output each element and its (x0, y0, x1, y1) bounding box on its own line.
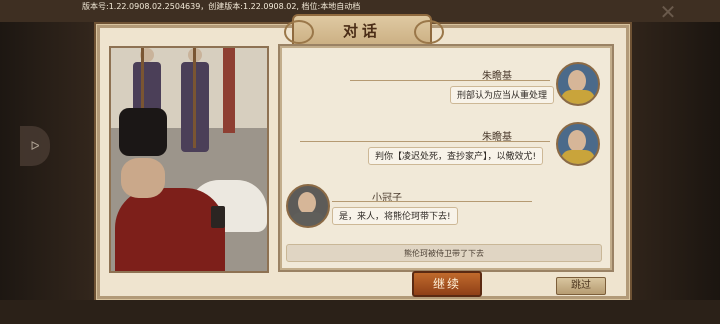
scene-illustration (109, 46, 269, 273)
tablet-icon (211, 206, 225, 228)
title-scroll-ornament-left-icon (284, 20, 314, 44)
name-divider (350, 80, 550, 81)
message-bubble: 刑部认为应当从重处理 (450, 86, 555, 104)
message-bubble: 是，来人，将熊伦珂带下去! (332, 207, 458, 225)
name-divider (332, 201, 532, 202)
name-divider (300, 141, 550, 142)
official-hat (119, 108, 167, 156)
official-figure (115, 188, 225, 271)
skip-button[interactable]: 跳过 (556, 277, 606, 295)
version-info: 版本号:1.22.0908.02.2504639，创建版本:1.22.0908.… (82, 2, 361, 11)
spear-icon (193, 48, 196, 148)
bottom-bar (0, 300, 720, 324)
title-scroll-ornament-right-icon (414, 20, 444, 44)
narration-bar: 熊伦珂被侍卫带了下去 (286, 244, 602, 262)
message-bubble: 判你【凌迟处死，查抄家产】，以儆效尤! (368, 147, 544, 165)
speaker-avatar-zhuzhanji (556, 62, 600, 106)
speaker-avatar-xiaoguanzi (286, 184, 330, 228)
official-face (121, 158, 165, 198)
close-icon[interactable]: ✕ (656, 2, 680, 22)
dialog-title: 对话 (342, 22, 381, 40)
scene-pillar (223, 48, 235, 133)
speaker-avatar-zhuzhanji (556, 122, 600, 166)
continue-button[interactable]: 继续 (412, 271, 482, 297)
